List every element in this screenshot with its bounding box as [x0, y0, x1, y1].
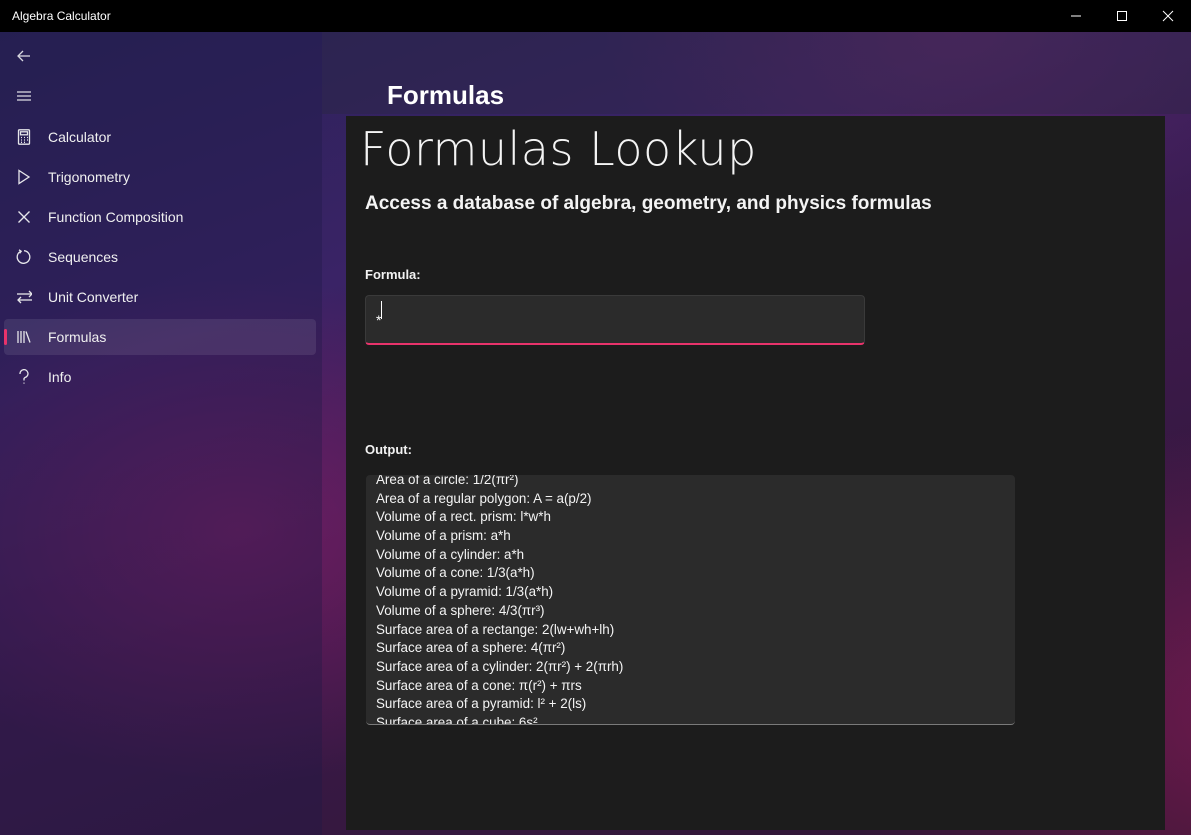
selection-indicator — [4, 329, 7, 345]
output-line: Surface area of a pyramid: l² + 2(ls) — [376, 696, 587, 712]
nav-item-unit-converter[interactable]: Unit Converter — [4, 279, 316, 315]
close-button[interactable] — [1145, 0, 1191, 32]
page-title: Formulas Lookup — [360, 122, 757, 176]
nav-label-function-composition: Function Composition — [48, 209, 184, 225]
calculator-icon — [16, 129, 32, 145]
close-icon — [1162, 10, 1174, 22]
output-line: Area of a regular polygon: A = a(p/2) — [376, 490, 592, 506]
output-lines: Area of a circle: 1/2(πr²) Area of a reg… — [376, 475, 624, 725]
formula-label: Formula: — [365, 267, 421, 282]
nav-label-sequences: Sequences — [48, 249, 119, 265]
nav-item-formulas[interactable]: Formulas — [4, 319, 316, 355]
back-arrow-icon — [17, 50, 30, 62]
nav-item-info[interactable]: Info — [4, 359, 316, 395]
window-controls — [1053, 0, 1191, 32]
output-line: Surface area of a rectange: 2(lw+wh+lh) — [376, 621, 615, 637]
nav-item-sequences[interactable]: Sequences — [4, 239, 316, 275]
nav-label-calculator: Calculator — [48, 129, 112, 145]
maximize-button[interactable] — [1099, 0, 1145, 32]
minimize-icon — [1071, 15, 1081, 17]
output-line: Volume of a cone: 1/3(a*h) — [376, 565, 535, 581]
close-x-icon — [16, 209, 32, 225]
page-header: Formulas — [387, 80, 505, 110]
nav-label-info: Info — [48, 369, 72, 385]
refresh-icon — [16, 249, 32, 265]
nav-label-trigonometry: Trigonometry — [48, 169, 130, 185]
output-line: Surface area of a cylinder: 2(πr²) + 2(π… — [376, 658, 624, 674]
output-textbox[interactable]: Area of a circle: 1/2(πr²) Area of a reg… — [366, 475, 1015, 725]
back-button[interactable] — [12, 44, 36, 68]
nav-item-calculator[interactable]: Calculator — [4, 119, 316, 155]
output-label: Output: — [365, 442, 412, 457]
play-triangle-icon — [16, 169, 32, 185]
output-line: Volume of a cylinder: a*h — [376, 546, 525, 562]
output-line: Surface area of a cube: 6s² — [376, 714, 538, 725]
output-line: Area of a circle: 1/2(πr²) — [376, 475, 519, 487]
nav-label-unit-converter: Unit Converter — [48, 289, 139, 305]
app-title: Algebra Calculator — [12, 9, 111, 23]
nav-label-formulas: Formulas — [48, 329, 107, 345]
swap-arrows-icon — [16, 289, 32, 305]
minimize-button[interactable] — [1053, 0, 1099, 32]
output-line: Volume of a sphere: 4/3(πr³) — [376, 602, 545, 618]
output-line: Surface area of a cone: π(r²) + πrs — [376, 677, 582, 693]
output-line: Volume of a prism: a*h — [376, 528, 511, 544]
formula-input[interactable] — [365, 295, 865, 345]
hamburger-menu-button[interactable] — [12, 84, 36, 108]
output-line: Surface area of a sphere: 4(πr²) — [376, 640, 566, 656]
maximize-icon — [1117, 11, 1127, 21]
hamburger-icon — [17, 91, 31, 101]
output-line: Volume of a rect. prism: l*w*h — [376, 509, 551, 525]
output-line: Volume of a pyramid: 1/3(a*h) — [376, 584, 554, 600]
nav-item-trigonometry[interactable]: Trigonometry — [4, 159, 316, 195]
page-subtitle: Access a database of algebra, geometry, … — [365, 193, 932, 214]
library-icon — [16, 329, 32, 345]
title-bar: Algebra Calculator — [0, 0, 1191, 32]
question-icon — [16, 369, 32, 385]
nav-item-function-composition[interactable]: Function Composition — [4, 199, 316, 235]
text-caret — [381, 301, 382, 319]
